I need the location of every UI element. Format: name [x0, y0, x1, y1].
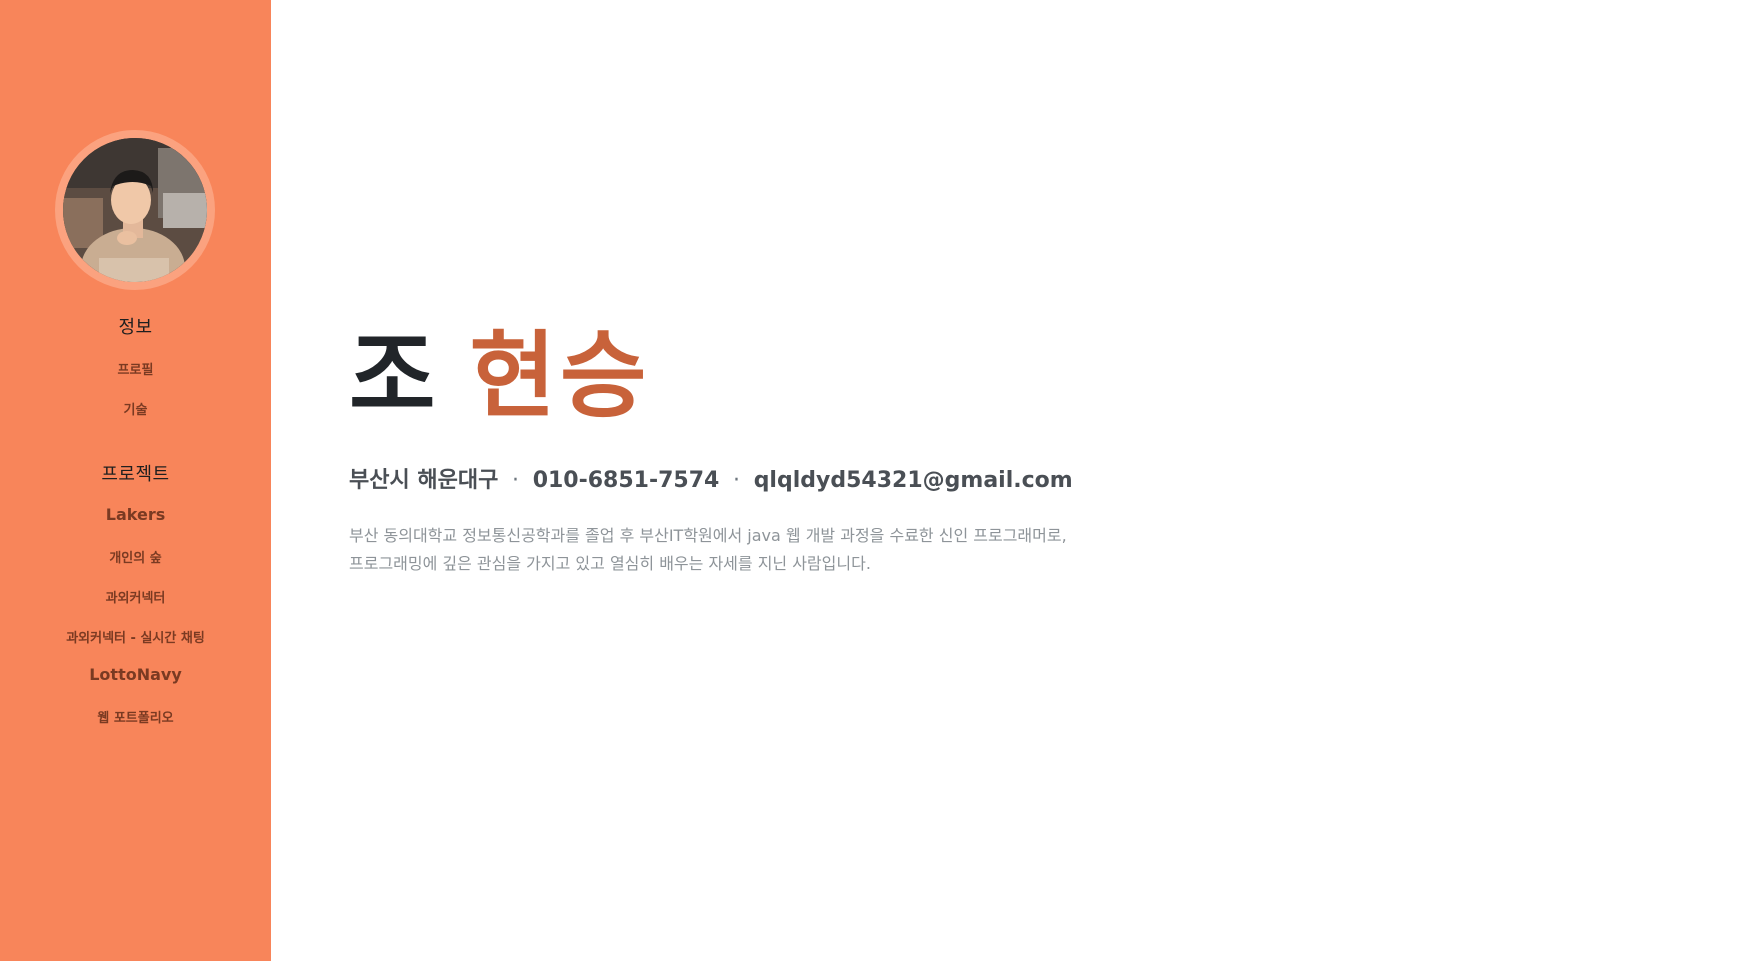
nav-item-personal-forest[interactable]: 개인의 숲: [0, 547, 271, 566]
nav-heading-info: 정보: [118, 317, 153, 338]
avatar: [55, 130, 215, 290]
sidebar-nav: 정보 프로필 기술 프로젝트 Lakers 개인의 숲 과외커넥터 과외커넥터 …: [0, 0, 271, 961]
nav-item-skills[interactable]: 기술: [0, 399, 271, 418]
nav-heading-projects: 프로젝트: [101, 464, 170, 485]
nav-item-profile[interactable]: 프로필: [0, 359, 271, 378]
intro-line-1: 부산 동의대학교 정보통신공학과를 졸업 후 부산IT학원에서 java 웹 개…: [349, 526, 1067, 545]
nav-item-tutoring-connector-chat[interactable]: 과외커넥터 - 실시간 채팅: [0, 627, 271, 646]
address: 부산시 해운대구: [349, 468, 499, 493]
profile-name: 조 현승: [349, 330, 650, 424]
contact-line: 부산시 해운대구 · 010-6851-7574 · qlqldyd54321@…: [349, 462, 1073, 494]
profile-photo: [63, 138, 207, 282]
separator: ·: [733, 468, 741, 493]
intro-description: 부산 동의대학교 정보통신공학과를 졸업 후 부산IT학원에서 java 웹 개…: [349, 522, 1067, 578]
first-name: 조: [349, 322, 440, 431]
email-link[interactable]: qlqldyd54321@gmail.com: [754, 468, 1073, 493]
nav-item-lakers[interactable]: Lakers: [0, 505, 271, 524]
last-name: 현승: [469, 322, 651, 431]
nav-item-web-portfolio[interactable]: 웹 포트폴리오: [0, 707, 271, 726]
intro-line-2: 프로그래밍에 깊은 관심을 가지고 있고 열심히 배우는 자세를 지닌 사람입니…: [349, 554, 871, 573]
phone: 010-6851-7574: [532, 468, 720, 493]
page: 정보 프로필 기술 프로젝트 Lakers 개인의 숲 과외커넥터 과외커넥터 …: [0, 0, 1763, 961]
separator: ·: [512, 468, 520, 493]
nav-item-tutoring-connector[interactable]: 과외커넥터: [0, 587, 271, 606]
main-content: 조 현승 부산시 해운대구 · 010-6851-7574 · qlqldyd54…: [271, 0, 1763, 961]
nav-item-lottonavy[interactable]: LottoNavy: [0, 665, 271, 684]
